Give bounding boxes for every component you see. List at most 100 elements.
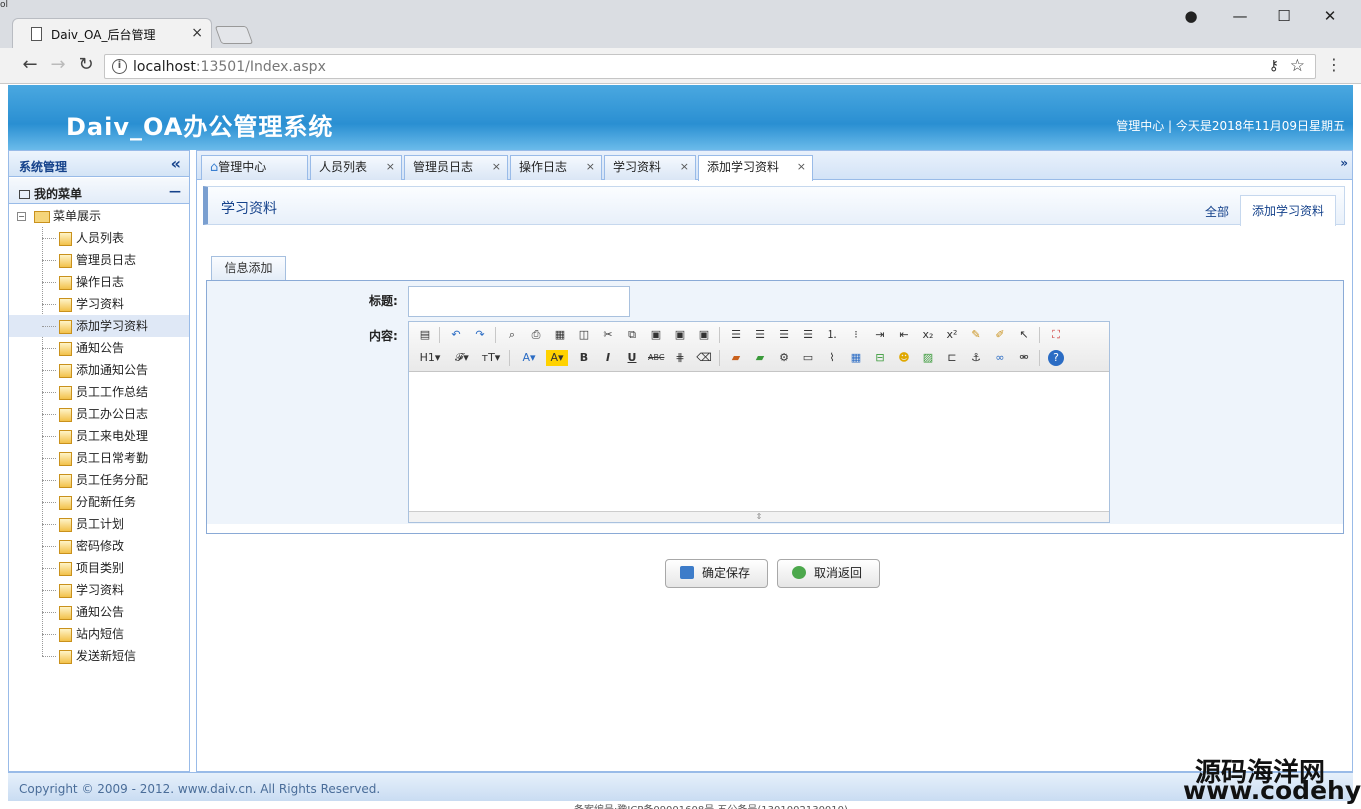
outdent-icon[interactable]: ⇤ bbox=[896, 327, 912, 343]
italic-icon[interactable]: I bbox=[600, 350, 616, 366]
multi-image-icon[interactable]: ▰ bbox=[752, 350, 768, 366]
all-link[interactable]: 全部 bbox=[1205, 203, 1229, 220]
help-icon[interactable]: ? bbox=[1048, 350, 1064, 366]
sidebar-item[interactable]: 操作日志 bbox=[9, 271, 189, 293]
close-tab-icon[interactable]: × bbox=[586, 156, 595, 178]
sidebar-item[interactable]: 通知公告 bbox=[9, 337, 189, 359]
redo-icon[interactable]: ↷ bbox=[472, 327, 488, 343]
sidebar-item[interactable]: 学习资料 bbox=[9, 293, 189, 315]
table-icon[interactable]: ▦ bbox=[848, 350, 864, 366]
link-icon[interactable]: ∞ bbox=[992, 350, 1008, 366]
key-icon[interactable]: ⚷ bbox=[1269, 58, 1279, 74]
subscript-icon[interactable]: x₂ bbox=[920, 327, 936, 343]
page-break-icon[interactable]: ⊏ bbox=[944, 350, 960, 366]
sidebar-item[interactable]: 项目类别 bbox=[9, 557, 189, 579]
tab-list-icon[interactable]: » bbox=[1340, 156, 1348, 170]
table-border-icon[interactable]: ⋕ bbox=[672, 350, 688, 366]
sidebar-item[interactable]: 发送新短信 bbox=[9, 645, 189, 667]
flash-icon[interactable]: ⚙ bbox=[776, 350, 792, 366]
tab-operation-log[interactable]: 操作日志 × bbox=[510, 155, 602, 180]
horizontal-rule-icon[interactable]: ⊟ bbox=[872, 350, 888, 366]
preview-icon[interactable]: ⌕ bbox=[504, 327, 520, 343]
copy-icon[interactable]: ⧉ bbox=[624, 327, 640, 343]
highlight-color-icon[interactable]: A▾ bbox=[546, 350, 568, 366]
tab-home[interactable]: ⌂管理中心 bbox=[201, 155, 308, 180]
undo-icon[interactable]: ↶ bbox=[448, 327, 464, 343]
indent-icon[interactable]: ⇥ bbox=[872, 327, 888, 343]
cancel-button[interactable]: 取消返回 bbox=[777, 559, 880, 588]
pointer-icon[interactable]: ↖ bbox=[1016, 327, 1032, 343]
template-icon[interactable]: ▦ bbox=[552, 327, 568, 343]
eraser-icon[interactable]: ⌫ bbox=[696, 350, 712, 366]
font-size-icon[interactable]: тT▾ bbox=[479, 350, 503, 366]
close-tab-icon[interactable]: × bbox=[680, 156, 689, 178]
align-center-icon[interactable]: ☰ bbox=[752, 327, 768, 343]
menu-header[interactable]: 我的菜单 — bbox=[9, 178, 189, 204]
underline-icon[interactable]: U bbox=[624, 350, 640, 366]
save-button[interactable]: 确定保存 bbox=[665, 559, 768, 588]
collapse-sidebar-icon[interactable]: « bbox=[171, 154, 181, 173]
fullscreen-icon[interactable]: ⛶ bbox=[1048, 327, 1064, 343]
tree-root[interactable]: − 菜单展示 bbox=[9, 205, 189, 227]
paste-text-icon[interactable]: ▣ bbox=[672, 327, 688, 343]
picture-icon[interactable]: ▨ bbox=[920, 350, 936, 366]
font-color-icon[interactable]: A▾ bbox=[518, 350, 540, 366]
sidebar-item[interactable]: 员工工作总结 bbox=[9, 381, 189, 403]
account-icon[interactable]: ● bbox=[1176, 6, 1206, 26]
emoticon-icon[interactable]: ☻ bbox=[896, 350, 912, 366]
ordered-list-icon[interactable]: ⒈ bbox=[824, 327, 840, 343]
maximize-icon[interactable]: ☐ bbox=[1269, 6, 1299, 26]
tab-add-study-material[interactable]: 添加学习资料 × bbox=[698, 155, 813, 181]
browser-menu-icon[interactable]: ⋮ bbox=[1326, 55, 1342, 74]
media-icon[interactable]: ▭ bbox=[800, 350, 816, 366]
sidebar-item[interactable]: 员工任务分配 bbox=[9, 469, 189, 491]
sidebar-item[interactable]: 添加学习资料 bbox=[9, 315, 189, 337]
collapse-node-icon[interactable]: − bbox=[17, 212, 26, 221]
editor-resize-handle[interactable]: ⇕ bbox=[409, 511, 1109, 522]
align-right-icon[interactable]: ☰ bbox=[776, 327, 792, 343]
browser-tab[interactable]: Daiv_OA_后台管理 × bbox=[12, 18, 212, 48]
select-all-icon[interactable]: ✐ bbox=[992, 327, 1008, 343]
superscript-icon[interactable]: x² bbox=[944, 327, 960, 343]
attachment-icon[interactable]: ⌇ bbox=[824, 350, 840, 366]
paste-word-icon[interactable]: ▣ bbox=[696, 327, 712, 343]
print-icon[interactable]: ⎙ bbox=[528, 327, 544, 343]
sidebar-item[interactable]: 学习资料 bbox=[9, 579, 189, 601]
tab-admin-log[interactable]: 管理员日志 × bbox=[404, 155, 508, 180]
close-tab-icon[interactable]: × bbox=[492, 156, 501, 178]
close-window-icon[interactable]: ✕ bbox=[1315, 6, 1345, 26]
info-add-tab[interactable]: 信息添加 bbox=[211, 256, 286, 281]
title-input[interactable] bbox=[408, 286, 630, 317]
sidebar-item[interactable]: 员工来电处理 bbox=[9, 425, 189, 447]
align-left-icon[interactable]: ☰ bbox=[728, 327, 744, 343]
close-tab-icon[interactable]: × bbox=[797, 156, 806, 178]
sidebar-item[interactable]: 添加通知公告 bbox=[9, 359, 189, 381]
sidebar-item[interactable]: 站内短信 bbox=[9, 623, 189, 645]
info-icon[interactable]: i bbox=[112, 59, 127, 74]
anchor-icon[interactable]: ⚓ bbox=[968, 350, 984, 366]
editor-content-area[interactable] bbox=[409, 373, 1109, 510]
source-icon[interactable]: ▤ bbox=[417, 327, 433, 343]
star-icon[interactable]: ☆ bbox=[1290, 56, 1305, 76]
unordered-list-icon[interactable]: ⁝ bbox=[848, 327, 864, 343]
sidebar-item[interactable]: 管理员日志 bbox=[9, 249, 189, 271]
close-tab-icon[interactable]: × bbox=[386, 156, 395, 178]
strikethrough-icon[interactable]: ABC bbox=[648, 350, 664, 366]
sidebar-item[interactable]: 人员列表 bbox=[9, 227, 189, 249]
bold-icon[interactable]: B bbox=[576, 350, 592, 366]
clear-format-icon[interactable]: ✎ bbox=[968, 327, 984, 343]
new-tab-button[interactable] bbox=[214, 26, 254, 44]
forward-icon[interactable]: → bbox=[47, 54, 69, 75]
image-icon[interactable]: ▰ bbox=[728, 350, 744, 366]
code-icon[interactable]: ◫ bbox=[576, 327, 592, 343]
sidebar-item[interactable]: 分配新任务 bbox=[9, 491, 189, 513]
reload-icon[interactable]: ↻ bbox=[75, 54, 97, 75]
sidebar-item[interactable]: 员工办公日志 bbox=[9, 403, 189, 425]
sidebar-item[interactable]: 通知公告 bbox=[9, 601, 189, 623]
menu-toggle-icon[interactable]: — bbox=[169, 184, 181, 198]
add-material-subtab[interactable]: 添加学习资料 bbox=[1240, 195, 1336, 226]
unlink-icon[interactable]: ⚮ bbox=[1016, 350, 1032, 366]
tab-study-materials[interactable]: 学习资料 × bbox=[604, 155, 696, 180]
back-icon[interactable]: ← bbox=[19, 54, 41, 75]
sidebar-item[interactable]: 员工计划 bbox=[9, 513, 189, 535]
